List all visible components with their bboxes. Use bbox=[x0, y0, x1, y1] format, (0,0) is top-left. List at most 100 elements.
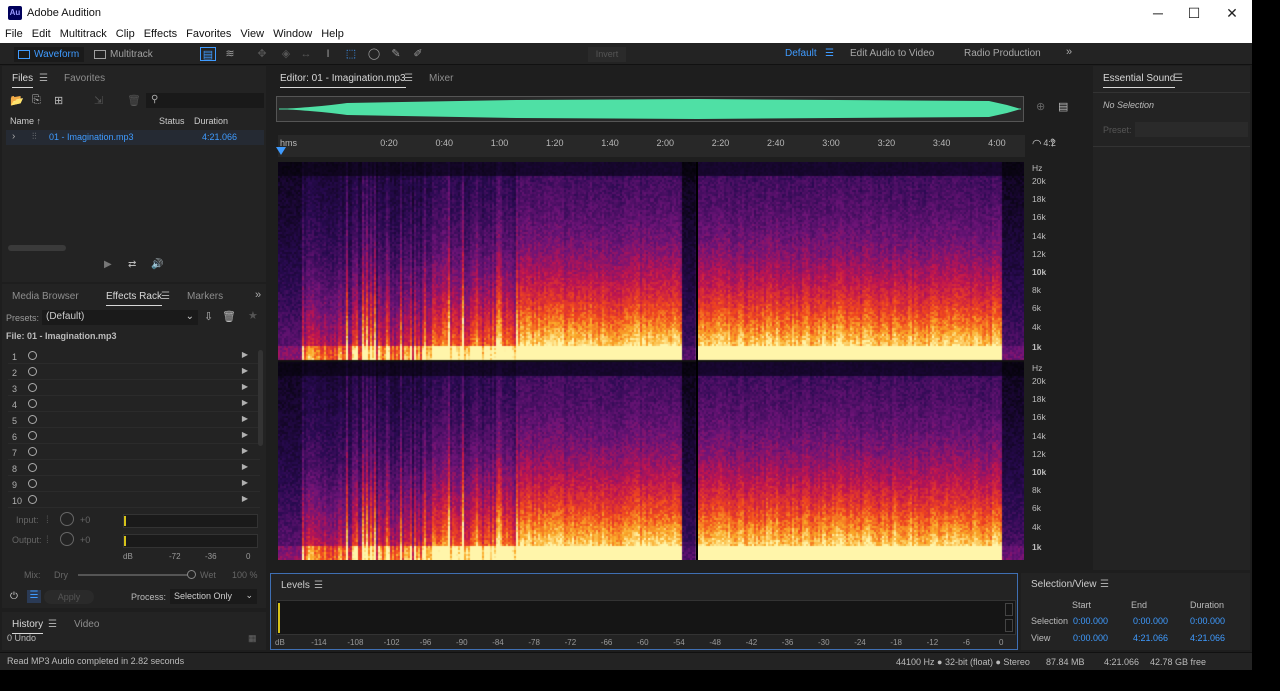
more-panels-icon[interactable]: » bbox=[255, 289, 261, 301]
loop-icon[interactable]: ⇄ bbox=[128, 259, 136, 270]
slot-arrow-icon[interactable]: ▶ bbox=[242, 446, 248, 455]
spectral-display[interactable] bbox=[278, 162, 1024, 560]
slot-power-icon[interactable] bbox=[28, 479, 37, 488]
menu-view[interactable]: View bbox=[235, 26, 268, 40]
tab-favorites[interactable]: Favorites bbox=[64, 73, 105, 84]
import-file-icon[interactable]: ⎘ bbox=[32, 94, 41, 107]
marker-pin-icon[interactable]: ⫯ bbox=[1050, 137, 1055, 150]
column-name[interactable]: Name ↑ bbox=[10, 116, 41, 126]
menu-clip[interactable]: Clip bbox=[111, 26, 139, 40]
list-view-icon[interactable]: ☰ bbox=[27, 590, 41, 603]
power-toggle-icon[interactable]: ⏻ bbox=[10, 591, 18, 602]
menu-help[interactable]: Help bbox=[316, 26, 348, 40]
tab-history[interactable]: History bbox=[12, 619, 44, 634]
effects-rack-menu-icon[interactable]: ☰ bbox=[161, 291, 170, 302]
effect-slot[interactable]: 10 ▶ bbox=[8, 493, 260, 508]
close-button[interactable]: ✕ bbox=[1214, 2, 1250, 24]
brush-selection-tool-icon[interactable]: ✎ bbox=[388, 47, 404, 61]
slot-power-icon[interactable] bbox=[28, 495, 37, 504]
effect-slot[interactable]: 5 ▶ bbox=[8, 413, 260, 428]
column-status[interactable]: Status bbox=[159, 116, 185, 126]
expand-chevron-icon[interactable]: › bbox=[12, 131, 15, 142]
essential-preset-dropdown[interactable] bbox=[1135, 122, 1248, 137]
more-workspaces-icon[interactable]: » bbox=[1066, 46, 1072, 58]
effect-slot[interactable]: 2 ▶ bbox=[8, 365, 260, 380]
razor-tool-icon[interactable]: ◈ bbox=[278, 47, 294, 61]
slot-power-icon[interactable] bbox=[28, 447, 37, 456]
slip-tool-icon[interactable]: ↔ bbox=[298, 47, 314, 61]
tab-editor[interactable]: Editor: 01 - Imagination.mp3 bbox=[280, 73, 406, 88]
playhead-start-marker[interactable] bbox=[276, 147, 286, 155]
slot-power-icon[interactable] bbox=[28, 383, 37, 392]
spectral-pitch-display-icon[interactable]: ≋ bbox=[222, 47, 238, 61]
view-end[interactable]: 4:21.066 bbox=[1133, 633, 1168, 643]
zoom-navigator-icon[interactable]: ⊕ bbox=[1036, 100, 1045, 113]
editor-menu-icon[interactable]: ☰ bbox=[404, 73, 413, 84]
effect-slot[interactable]: 3 ▶ bbox=[8, 381, 260, 396]
headphones-icon[interactable]: ◠ bbox=[1032, 137, 1042, 150]
levels-menu-icon[interactable]: ☰ bbox=[314, 580, 323, 591]
play-icon[interactable]: ▶ bbox=[104, 259, 112, 270]
move-tool-icon[interactable]: ✥ bbox=[254, 47, 270, 61]
selection-duration[interactable]: 0:00.000 bbox=[1190, 616, 1225, 626]
time-ruler[interactable]: hms 0:20 0:40 1:00 1:20 1:40 2:00 2:20 2:40 3:00… bbox=[276, 135, 1056, 157]
spectral-frequency-display-icon[interactable]: ▤ bbox=[200, 47, 216, 61]
slot-arrow-icon[interactable]: ▶ bbox=[242, 462, 248, 471]
tab-markers[interactable]: Markers bbox=[187, 291, 223, 302]
mix-slider[interactable] bbox=[78, 570, 196, 579]
history-clear-icon[interactable]: ▦ bbox=[248, 633, 257, 644]
effects-scrollbar[interactable] bbox=[258, 350, 263, 446]
workspace-edit-audio-to-video[interactable]: Edit Audio to Video bbox=[850, 48, 934, 59]
menu-multitrack[interactable]: Multitrack bbox=[55, 26, 111, 40]
slot-power-icon[interactable] bbox=[28, 463, 37, 472]
output-gain-knob[interactable] bbox=[60, 532, 74, 546]
tab-media-browser[interactable]: Media Browser bbox=[12, 291, 79, 302]
view-duration[interactable]: 4:21.066 bbox=[1190, 633, 1225, 643]
workspace-default[interactable]: Default bbox=[785, 48, 817, 59]
workspace-radio-production[interactable]: Radio Production bbox=[964, 48, 1041, 59]
effect-slot[interactable]: 4 ▶ bbox=[8, 397, 260, 412]
presets-dropdown[interactable]: (Default) ⌄ bbox=[42, 310, 198, 325]
input-gain-knob[interactable] bbox=[60, 512, 74, 526]
effect-slot[interactable]: 9 ▶ bbox=[8, 477, 260, 492]
waveform-mode-button[interactable]: Waveform bbox=[14, 47, 84, 62]
delete-preset-icon[interactable]: 🗑 bbox=[222, 310, 236, 323]
files-search-input[interactable]: ⚲ bbox=[146, 93, 264, 108]
open-file-icon[interactable]: 📂 bbox=[10, 94, 24, 107]
essential-sound-menu-icon[interactable]: ☰ bbox=[1174, 73, 1183, 84]
files-horizontal-scrollbar[interactable] bbox=[8, 245, 66, 251]
menu-effects[interactable]: Effects bbox=[139, 26, 181, 40]
save-preset-icon[interactable]: ⇩ bbox=[204, 310, 213, 323]
slot-arrow-icon[interactable]: ▶ bbox=[242, 430, 248, 439]
favorite-star-icon[interactable]: ★ bbox=[248, 309, 258, 322]
files-panel-menu-icon[interactable]: ☰ bbox=[39, 73, 48, 84]
multitrack-mode-button[interactable]: Multitrack bbox=[90, 47, 162, 62]
menu-window[interactable]: Window bbox=[268, 26, 316, 40]
new-file-icon[interactable]: ⊞ bbox=[54, 94, 63, 107]
selection-start[interactable]: 0:00.000 bbox=[1073, 616, 1108, 626]
insert-icon[interactable]: ⇲ bbox=[94, 94, 103, 107]
slot-arrow-icon[interactable]: ▶ bbox=[242, 414, 248, 423]
time-selection-tool-icon[interactable]: I bbox=[320, 47, 336, 61]
slot-arrow-icon[interactable]: ▶ bbox=[242, 366, 248, 375]
slot-arrow-icon[interactable]: ▶ bbox=[242, 350, 248, 359]
slot-arrow-icon[interactable]: ▶ bbox=[242, 382, 248, 391]
effect-slot[interactable]: 6 ▶ bbox=[8, 429, 260, 444]
slot-power-icon[interactable] bbox=[28, 367, 37, 376]
maximize-button[interactable]: ☐ bbox=[1176, 2, 1212, 24]
invert-button[interactable]: Invert bbox=[588, 47, 626, 62]
auto-play-icon[interactable]: 🔊 bbox=[151, 259, 163, 270]
playhead-line[interactable] bbox=[695, 162, 698, 560]
slot-arrow-icon[interactable]: ▶ bbox=[242, 398, 248, 407]
lasso-selection-tool-icon[interactable]: ◯ bbox=[366, 47, 382, 61]
marquee-selection-tool-icon[interactable]: ⬚ bbox=[343, 47, 359, 61]
column-duration[interactable]: Duration bbox=[194, 116, 228, 126]
effect-slot[interactable]: 7 ▶ bbox=[8, 445, 260, 460]
delete-file-icon[interactable]: 🗑 bbox=[127, 94, 141, 107]
spectrogram-canvas[interactable] bbox=[278, 162, 1024, 560]
slot-power-icon[interactable] bbox=[28, 399, 37, 408]
menu-favorites[interactable]: Favorites bbox=[181, 26, 235, 40]
menu-file[interactable]: File bbox=[0, 26, 27, 40]
slot-arrow-icon[interactable]: ▶ bbox=[242, 478, 248, 487]
waveform-overview[interactable] bbox=[276, 96, 1024, 122]
